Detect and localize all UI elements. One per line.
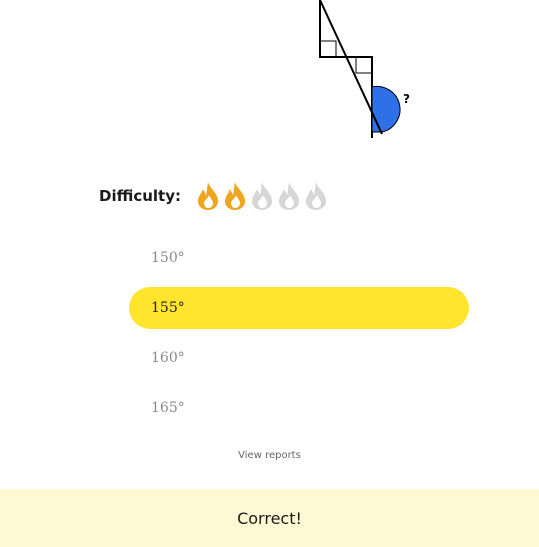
difficulty-rating xyxy=(195,181,330,211)
answer-choice-165[interactable]: 165° xyxy=(129,387,469,429)
answer-choice-label: 150° xyxy=(151,250,185,266)
difficulty-label: Difficulty: xyxy=(99,187,181,205)
flame-icon-active xyxy=(197,182,218,210)
flame-icon-inactive xyxy=(278,182,299,210)
answer-choice-150[interactable]: 150° xyxy=(129,237,469,279)
unknown-angle-label: ? xyxy=(403,92,410,106)
answer-choice-label: 165° xyxy=(151,400,185,416)
geometry-diagram: ? xyxy=(319,0,410,138)
flame-icon-inactive xyxy=(251,182,272,210)
answer-choice-155[interactable]: 155° xyxy=(129,287,469,329)
view-reports-link[interactable]: View reports xyxy=(0,450,539,461)
difficulty-row: Difficulty: xyxy=(99,178,330,214)
answer-choice-160[interactable]: 160° xyxy=(129,337,469,379)
answer-choice-label: 155° xyxy=(151,300,185,316)
answer-choice-label: 160° xyxy=(151,350,185,366)
result-text: Correct! xyxy=(237,508,302,528)
flame-icon-active xyxy=(224,182,245,210)
step-shape xyxy=(319,0,373,138)
flame-icon-inactive xyxy=(305,182,326,210)
result-banner: Correct! xyxy=(0,489,539,547)
angle-arc xyxy=(371,85,401,133)
